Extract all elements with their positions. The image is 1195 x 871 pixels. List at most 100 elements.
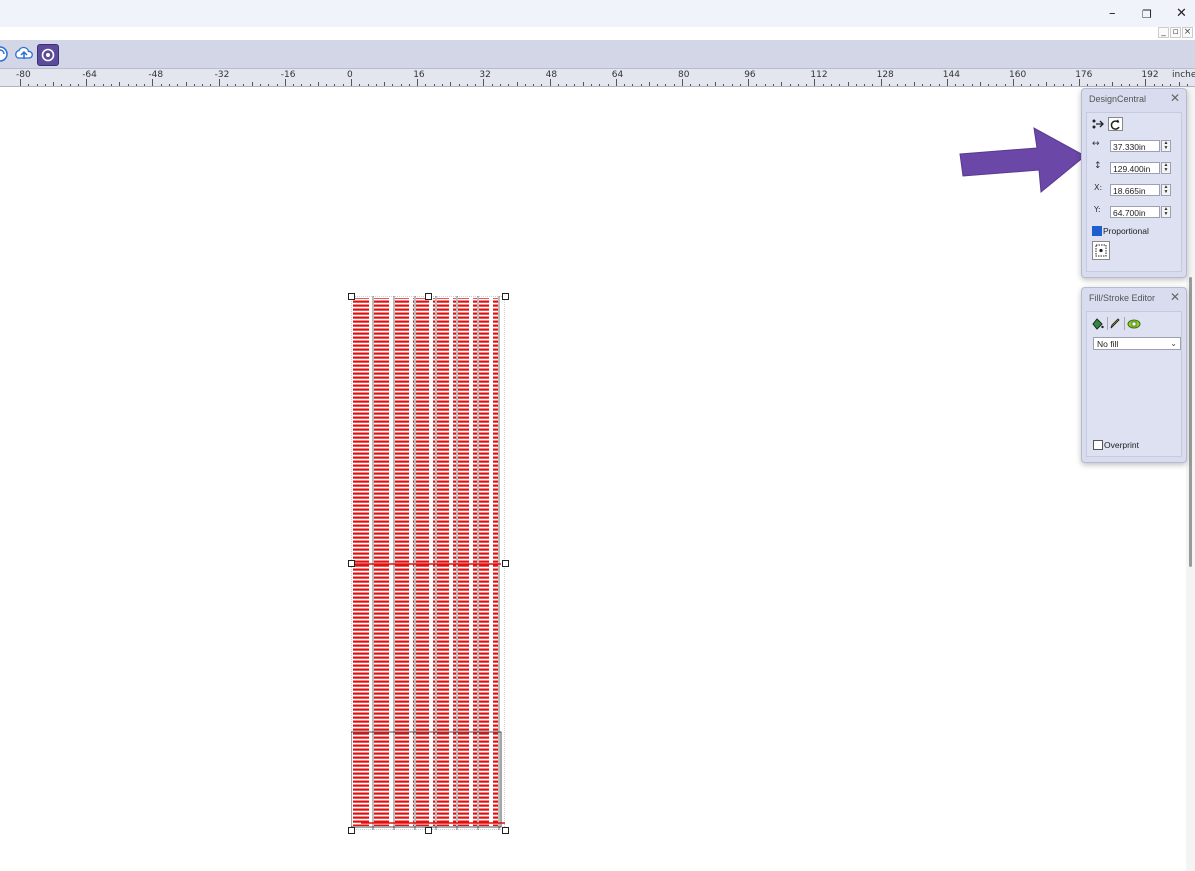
resize-handle-tl[interactable] [348, 293, 355, 300]
width-spinner[interactable]: ▲ ▼ [1161, 140, 1171, 152]
x-spinner[interactable]: ▲ ▼ [1161, 184, 1171, 196]
ruler-tick [226, 84, 228, 86]
ruler-tick [1170, 84, 1172, 86]
ruler-tick [814, 79, 816, 86]
ruler-tick [1087, 84, 1089, 86]
resize-handle-bl[interactable] [348, 827, 355, 834]
y-spinner[interactable]: ▲ ▼ [1161, 206, 1171, 218]
ruler-tick [135, 84, 137, 86]
ruler-label: 16 [413, 70, 425, 80]
proportional-checkbox[interactable] [1092, 226, 1102, 236]
ruler-tick [334, 84, 336, 86]
ruler-tick [739, 84, 741, 86]
ruler-tick [301, 84, 303, 86]
shadow-effect-icon[interactable] [1124, 317, 1141, 330]
overprint-checkbox[interactable] [1093, 440, 1103, 450]
ruler-tick [127, 84, 129, 86]
design-icon[interactable] [37, 44, 59, 66]
height-spinner[interactable]: ▲ ▼ [1161, 162, 1171, 174]
doc-restore-button[interactable]: ▫ [1170, 27, 1181, 38]
ruler-tick [309, 84, 311, 86]
resize-handle-l[interactable] [348, 560, 355, 567]
cloud-sync-icon[interactable] [0, 44, 10, 64]
fill-bucket-icon[interactable] [1091, 317, 1104, 330]
ruler-tick [632, 84, 634, 86]
height-field[interactable]: 129.400in [1110, 162, 1160, 174]
ruler-tick [417, 79, 419, 86]
annotation-arrow-icon [959, 127, 1086, 193]
anchor-point-icon[interactable] [1092, 241, 1110, 260]
title-bar: – ❐ ✕ [0, 0, 1195, 27]
ruler-tick [284, 79, 286, 86]
scrollbar-thumb[interactable] [1189, 277, 1192, 567]
y-field[interactable]: 64.700in [1110, 206, 1160, 218]
resize-handle-r[interactable] [502, 560, 509, 567]
fill-type-select[interactable]: No fill ⌄ [1093, 337, 1181, 350]
ruler-tick [1161, 84, 1163, 86]
ruler-tick [698, 84, 700, 86]
stroke-pen-icon[interactable] [1107, 317, 1121, 330]
minimize-button[interactable]: – [1109, 6, 1116, 21]
resize-handle-br[interactable] [502, 827, 509, 834]
ruler-tick [1004, 84, 1006, 86]
design-column [437, 298, 456, 826]
ruler-tick [508, 84, 510, 86]
ruler-tick [822, 84, 824, 86]
ruler-tick [450, 82, 452, 86]
fill-stroke-close-button[interactable]: ✕ [1170, 290, 1180, 304]
ruler-tick [28, 84, 30, 86]
ruler-tick [1062, 84, 1064, 86]
chevron-down-icon: ⌄ [1170, 339, 1177, 348]
cloud-upload-icon[interactable] [14, 44, 34, 64]
ruler-label: 32 [479, 70, 491, 80]
overprint-label: Overprint [1104, 440, 1139, 450]
resize-handle-tr[interactable] [502, 293, 509, 300]
panel-close-button[interactable]: ✕ [1170, 91, 1180, 105]
ruler-tick [715, 82, 717, 86]
ruler-tick [259, 84, 261, 86]
ruler-tick [930, 84, 932, 86]
ruler-tick [839, 84, 841, 86]
ruler-tick [351, 79, 352, 86]
ruler-tick [516, 82, 518, 86]
ruler-tick [781, 82, 783, 86]
restore-button[interactable]: ❐ [1142, 8, 1152, 21]
ruler-tick [905, 84, 907, 86]
design-canvas[interactable] [0, 87, 1195, 871]
resize-handle-b[interactable] [425, 827, 432, 834]
ruler-label: -64 [82, 70, 97, 80]
resize-handle-t[interactable] [425, 293, 432, 300]
ruler-tick [648, 82, 650, 86]
transform-icon[interactable] [1091, 118, 1105, 131]
ruler-tick [342, 84, 344, 86]
ruler-tick [61, 84, 63, 86]
doc-close-button[interactable]: × [1182, 27, 1193, 38]
ruler-tick [847, 82, 849, 86]
fill-stroke-panel: Fill/Stroke Editor ✕ No fill ⌄ Overprint [1081, 287, 1187, 463]
ruler-tick [384, 82, 386, 86]
selected-design-object[interactable] [348, 293, 509, 834]
ruler-label: -16 [280, 70, 296, 80]
x-field[interactable]: 18.665in [1110, 184, 1160, 196]
ruler-tick [557, 84, 559, 86]
ruler-tick [897, 84, 899, 86]
ruler-tick [1178, 82, 1180, 86]
ruler-tick [582, 82, 584, 86]
ruler-tick [144, 84, 146, 86]
ruler-tick [276, 84, 278, 86]
y-label: Y: [1094, 205, 1101, 214]
ruler-tick [979, 82, 981, 86]
width-field[interactable]: 37.330in [1110, 140, 1160, 152]
ruler-label: 176 [1075, 70, 1093, 80]
vertical-scrollbar[interactable] [1186, 87, 1195, 871]
ruler-tick [789, 84, 791, 86]
ruler-tick [1095, 84, 1097, 86]
fill-stroke-title: Fill/Stroke Editor [1089, 293, 1156, 303]
close-button[interactable]: ✕ [1176, 6, 1187, 21]
document-window-controls: _ ▫ × [1157, 27, 1193, 39]
design-column [458, 298, 477, 826]
rotate-icon[interactable] [1108, 117, 1123, 131]
ruler-tick [574, 84, 576, 86]
doc-minimize-button[interactable]: _ [1158, 27, 1169, 38]
ruler-tick [690, 84, 692, 86]
